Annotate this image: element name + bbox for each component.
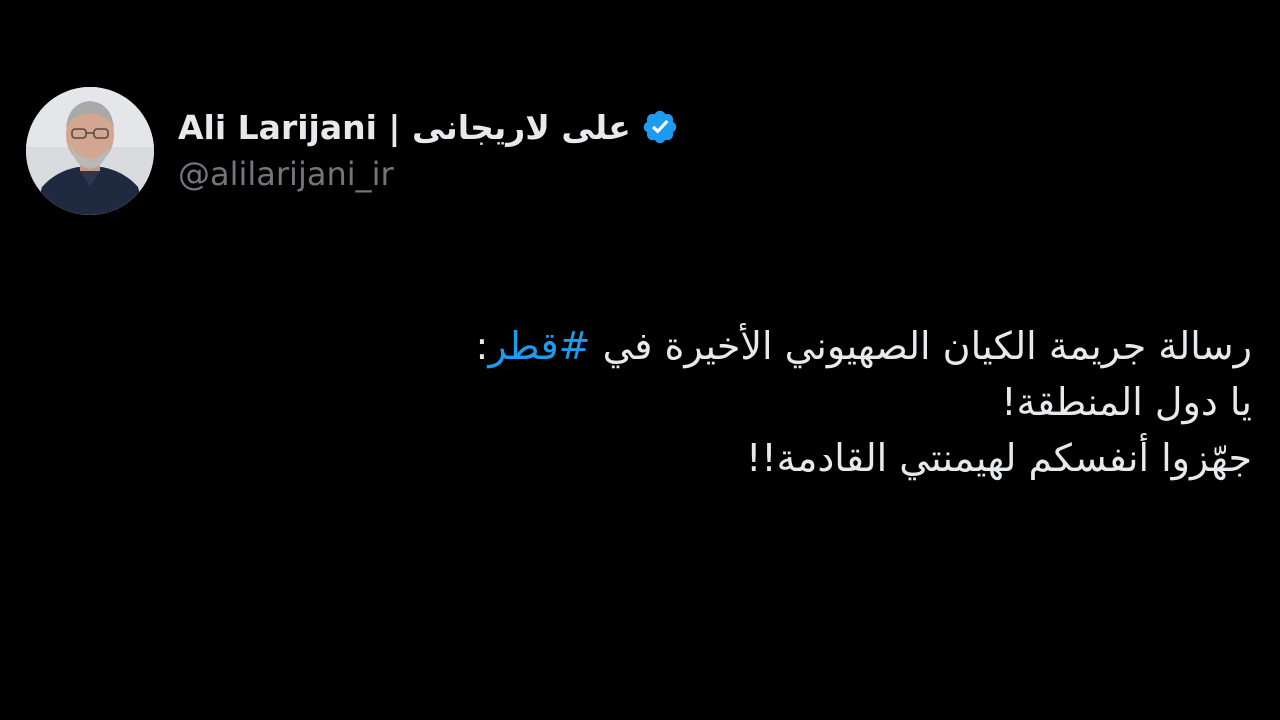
name-row: Ali Larijani | على لاريجانى xyxy=(178,105,679,149)
verified-badge-icon xyxy=(641,108,679,146)
user-handle[interactable]: @alilarijani_ir xyxy=(178,155,679,193)
tweet-line-1: رسالة جريمة الكيان الصهيوني الأخيرة في #… xyxy=(252,318,1252,374)
author-info: Ali Larijani | على لاريجانى @alilarijani… xyxy=(178,105,679,193)
display-name[interactable]: Ali Larijani | على لاريجانى xyxy=(178,108,631,147)
tweet-header: Ali Larijani | على لاريجانى @alilarijani… xyxy=(26,86,679,216)
tweet-line-3: جهّزوا أنفسكم لهيمنتي القادمة!! xyxy=(746,436,1252,480)
tweet-line-1-colon: : xyxy=(475,324,489,368)
tweet-line-2: يا دول المنطقة! xyxy=(1001,380,1252,424)
tweet-text: رسالة جريمة الكيان الصهيوني الأخيرة في #… xyxy=(252,318,1252,486)
avatar-photo xyxy=(26,87,154,215)
tweet-line-1-text: رسالة جريمة الكيان الصهيوني الأخيرة في xyxy=(590,324,1252,368)
hashtag-link[interactable]: #قطر xyxy=(488,324,590,368)
avatar[interactable] xyxy=(26,87,154,215)
